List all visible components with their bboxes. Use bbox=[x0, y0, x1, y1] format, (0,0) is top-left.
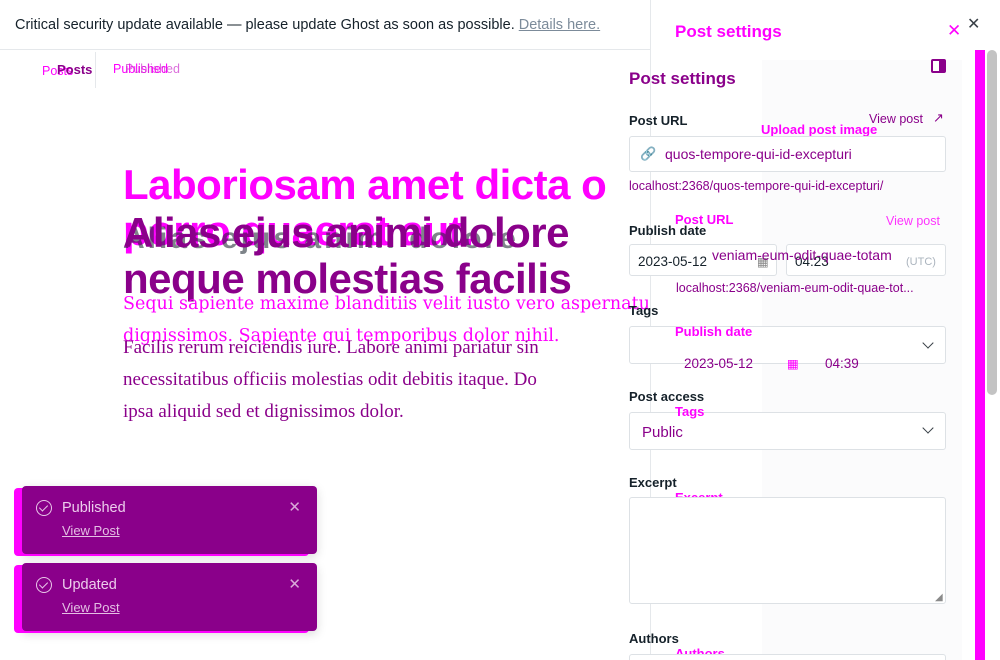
sidebar-toggle-icon[interactable] bbox=[931, 59, 946, 73]
publish-date-label: Publish date bbox=[629, 223, 707, 238]
post-body[interactable]: Facilis rerum reiciendis iure. Labore an… bbox=[123, 332, 605, 428]
scrollbar-thumb[interactable] bbox=[987, 50, 997, 395]
close-settings-icon[interactable]: ✕ bbox=[967, 14, 980, 34]
resize-handle-icon[interactable]: ◢ bbox=[935, 592, 943, 603]
authors-input[interactable] bbox=[629, 654, 946, 660]
post-status-ghost: Published bbox=[125, 62, 180, 76]
tags-label-ghost: Tags bbox=[675, 404, 705, 419]
settings-header: Post settings bbox=[629, 69, 736, 88]
breadcrumb-posts-link[interactable]: Posts bbox=[57, 62, 92, 77]
close-settings-icon-ghost[interactable]: ✕ bbox=[947, 21, 961, 41]
timezone-label: (UTC) bbox=[906, 256, 936, 268]
banner-details-link[interactable]: Details here. bbox=[519, 17, 600, 33]
authors-label: Authors bbox=[629, 631, 679, 646]
settings-header-ghost: Post settings bbox=[675, 22, 782, 41]
toast-title: Published bbox=[62, 500, 126, 516]
post-url-value-ghost: veniam-eum-odit-quae-totam bbox=[712, 247, 892, 263]
breadcrumb-divider bbox=[95, 52, 96, 88]
calendar-icon-ghost: ▦ bbox=[787, 357, 799, 371]
toast-updated: Updated View Post ✕ bbox=[22, 563, 317, 631]
post-url-value: quos-tempore-qui-id-excepturi bbox=[665, 146, 852, 162]
body-line: necessitatibus officiis molestias odit d… bbox=[123, 369, 537, 390]
body-line: Facilis rerum reiciendis iure. Labore an… bbox=[123, 337, 539, 358]
check-circle-icon bbox=[36, 577, 52, 593]
excerpt-textarea[interactable] bbox=[629, 497, 946, 604]
link-icon: 🔗 bbox=[640, 146, 657, 161]
external-link-icon[interactable]: ↗ bbox=[933, 110, 944, 126]
body-line: ipsa aliquid sed et dignissimos dolor. bbox=[123, 401, 404, 422]
view-post-link-ghost[interactable]: View post bbox=[886, 214, 940, 228]
post-url-preview: localhost:2368/quos-tempore-qui-id-excep… bbox=[629, 179, 884, 193]
close-icon[interactable]: ✕ bbox=[288, 575, 301, 593]
body-line: Sequi sapiente maxime blanditiis velit i… bbox=[123, 294, 650, 314]
excerpt-label: Excerpt bbox=[629, 475, 677, 490]
toast-view-post-link[interactable]: View Post bbox=[62, 600, 120, 615]
banner-message: Critical security update available — ple… bbox=[15, 16, 515, 33]
post-url-preview-ghost: localhost:2368/veniam-eum-odit-quae-tot.… bbox=[676, 281, 914, 295]
publish-date-value: 2023-05-12 bbox=[638, 254, 708, 269]
toast-view-post-link[interactable]: View Post bbox=[62, 523, 120, 538]
check-circle-icon bbox=[36, 500, 52, 516]
post-access-value: Public bbox=[642, 424, 683, 441]
publish-date-value-ghost: 2023-05-12 bbox=[684, 356, 754, 371]
post-access-label: Post access bbox=[629, 389, 705, 404]
tags-label: Tags bbox=[629, 303, 659, 318]
title-line: Laboriosam amet dicta o bbox=[123, 162, 607, 208]
security-banner: Critical security update available — ple… bbox=[0, 0, 650, 50]
upload-image-link[interactable]: Upload post image bbox=[761, 122, 877, 137]
publish-time-value-ghost: 04:39 bbox=[825, 356, 859, 371]
publish-date-label-ghost: Publish date bbox=[675, 324, 753, 339]
toast-title: Updated bbox=[62, 577, 117, 593]
scrollbar-track[interactable] bbox=[975, 50, 985, 660]
close-icon[interactable]: ✕ bbox=[288, 498, 301, 516]
toast-published: Published View Post ✕ bbox=[22, 486, 317, 554]
post-url-label: Post URL bbox=[629, 113, 688, 128]
title-line: Alias ejus animi dolore bbox=[123, 210, 569, 256]
